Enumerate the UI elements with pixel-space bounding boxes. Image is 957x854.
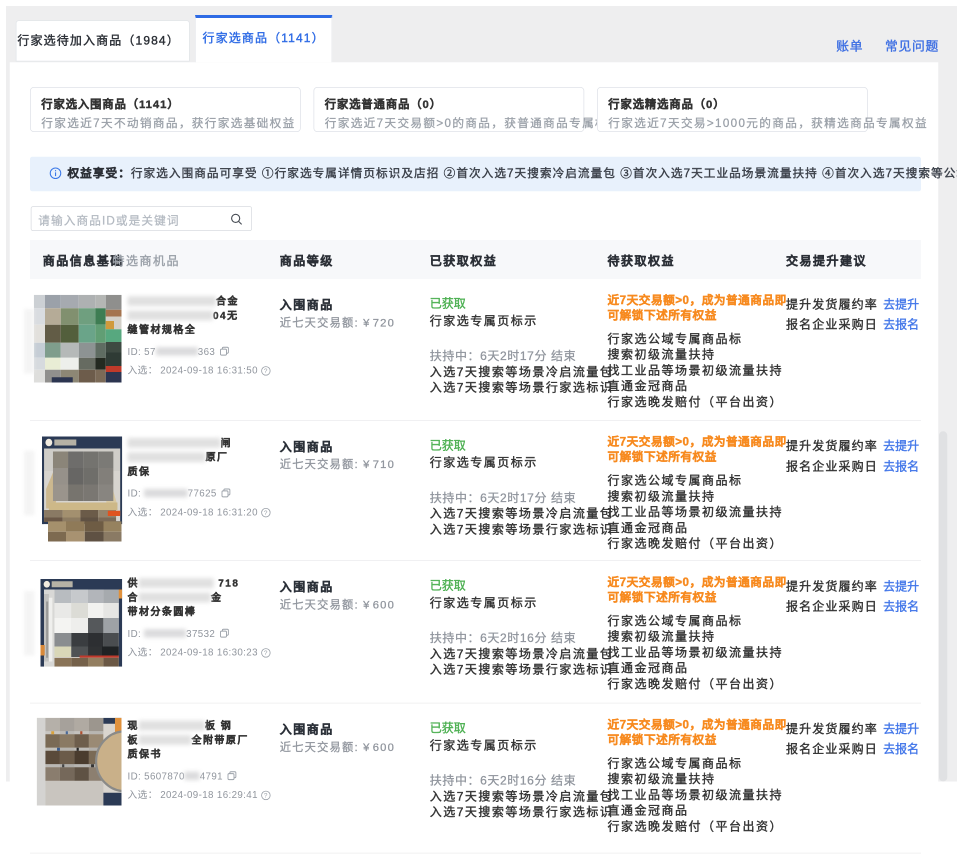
svg-text:?: ? [264,792,268,799]
svg-text:?: ? [264,509,268,516]
svg-text:?: ? [264,650,268,657]
svg-text:?: ? [264,368,268,375]
